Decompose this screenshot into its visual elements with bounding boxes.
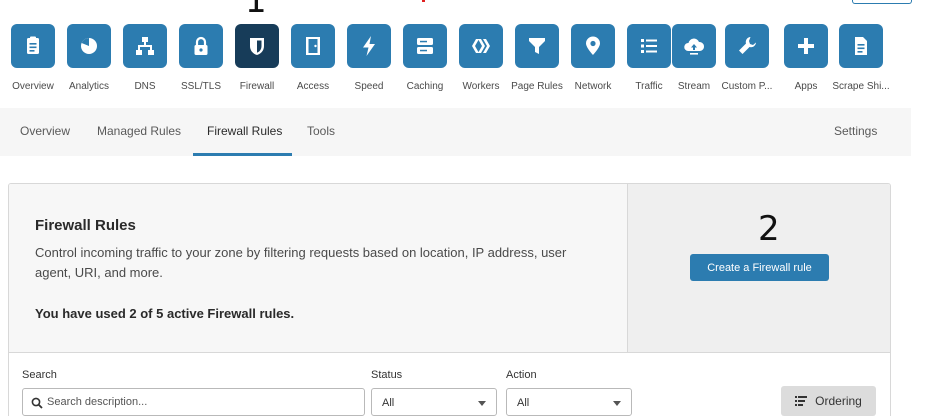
app-label: Analytics xyxy=(68,81,109,92)
app-apps[interactable]: Apps xyxy=(778,24,834,92)
card-divider xyxy=(9,352,890,353)
tab-firewall-rules[interactable]: Firewall Rules xyxy=(207,124,282,138)
document-icon xyxy=(855,37,867,55)
status-select-value: All xyxy=(382,397,395,409)
workers-icon xyxy=(472,39,490,53)
app-label: Speed xyxy=(354,81,384,92)
card-action-panel: 2 Create a Firewall rule xyxy=(627,184,890,352)
create-firewall-rule-button[interactable]: Create a Firewall rule xyxy=(690,254,829,281)
chevron-down-icon xyxy=(478,401,486,406)
lightning-icon xyxy=(363,36,375,56)
app-label: Firewall xyxy=(239,81,275,92)
search-field[interactable] xyxy=(22,388,365,416)
card-info-panel: Firewall Rules Control incoming traffic … xyxy=(9,184,627,352)
sub-navigation: Overview Managed Rules Firewall Rules To… xyxy=(0,108,911,156)
app-label: Scrape Shi... xyxy=(832,81,890,92)
app-network[interactable]: Network xyxy=(565,24,621,92)
status-label: Status xyxy=(371,369,403,381)
firewall-rules-card: Firewall Rules Control incoming traffic … xyxy=(8,183,891,416)
app-dns[interactable]: DNS xyxy=(117,24,173,92)
search-input[interactable] xyxy=(47,392,357,412)
tab-tools[interactable]: Tools xyxy=(307,124,335,138)
annotation-red-mark xyxy=(422,0,425,2)
app-analytics[interactable]: Analytics xyxy=(61,24,117,92)
app-label: SSL/TLS xyxy=(180,81,222,92)
lock-icon xyxy=(194,36,208,55)
app-label: Traffic xyxy=(635,81,663,92)
tab-managed-rules[interactable]: Managed Rules xyxy=(97,124,181,138)
app-label: Overview xyxy=(12,81,54,92)
status-select[interactable]: All xyxy=(371,388,497,416)
shield-icon xyxy=(250,38,264,55)
list-icon xyxy=(641,39,657,53)
chevron-down-icon xyxy=(613,401,621,406)
active-tab-indicator xyxy=(193,153,292,156)
location-pin-icon xyxy=(586,36,600,55)
app-firewall[interactable]: Firewall xyxy=(229,24,285,92)
tab-overview[interactable]: Overview xyxy=(20,124,70,138)
plus-icon xyxy=(798,38,814,54)
ordering-button[interactable]: Ordering xyxy=(781,386,876,416)
top-right-button-edge[interactable] xyxy=(852,0,912,4)
cloud-upload-icon xyxy=(684,38,705,55)
clipboard-icon xyxy=(27,36,39,54)
app-custom-pages[interactable]: Custom P... xyxy=(719,24,775,92)
pie-chart-icon xyxy=(81,38,97,54)
app-label: Access xyxy=(296,81,330,92)
app-label: Stream xyxy=(677,81,711,92)
app-ssl-tls[interactable]: SSL/TLS xyxy=(173,24,229,92)
app-scrape-shield[interactable]: Scrape Shi... xyxy=(832,24,890,92)
app-label: Custom P... xyxy=(721,81,773,92)
app-label: Caching xyxy=(406,81,444,92)
rule-usage-text: You have used 2 of 5 active Firewall rul… xyxy=(35,306,295,321)
app-page-rules[interactable]: Page Rules xyxy=(509,24,565,92)
server-icon xyxy=(417,38,433,54)
app-label: Network xyxy=(574,81,612,92)
network-tree-icon xyxy=(136,37,154,55)
app-label: DNS xyxy=(134,81,156,92)
door-icon xyxy=(306,37,320,55)
app-workers[interactable]: Workers xyxy=(453,24,509,92)
app-icon-bar: Overview Analytics DNS SSL/TLS Firewall … xyxy=(0,24,941,96)
action-select[interactable]: All xyxy=(506,388,632,416)
app-label: Workers xyxy=(462,81,500,92)
settings-link[interactable]: Settings xyxy=(834,124,877,138)
app-label: Apps xyxy=(794,81,818,92)
app-speed[interactable]: Speed xyxy=(341,24,397,92)
ordering-button-label: Ordering xyxy=(815,394,862,408)
annotation-step-2: 2 xyxy=(758,209,780,249)
search-icon xyxy=(31,397,43,409)
app-caching[interactable]: Caching xyxy=(397,24,453,92)
app-access[interactable]: Access xyxy=(285,24,341,92)
filter-icon xyxy=(529,38,545,54)
card-description: Control incoming traffic to your zone by… xyxy=(35,245,567,280)
wrench-icon xyxy=(739,37,756,54)
annotation-step-1: 1 xyxy=(245,0,267,21)
app-label: Page Rules xyxy=(511,81,563,92)
card-title: Firewall Rules xyxy=(35,217,136,234)
action-label: Action xyxy=(506,369,537,381)
action-select-value: All xyxy=(517,397,530,409)
search-label: Search xyxy=(22,369,57,381)
app-overview[interactable]: Overview xyxy=(5,24,61,92)
ordering-icon xyxy=(795,396,808,406)
app-stream[interactable]: Stream xyxy=(666,24,722,92)
